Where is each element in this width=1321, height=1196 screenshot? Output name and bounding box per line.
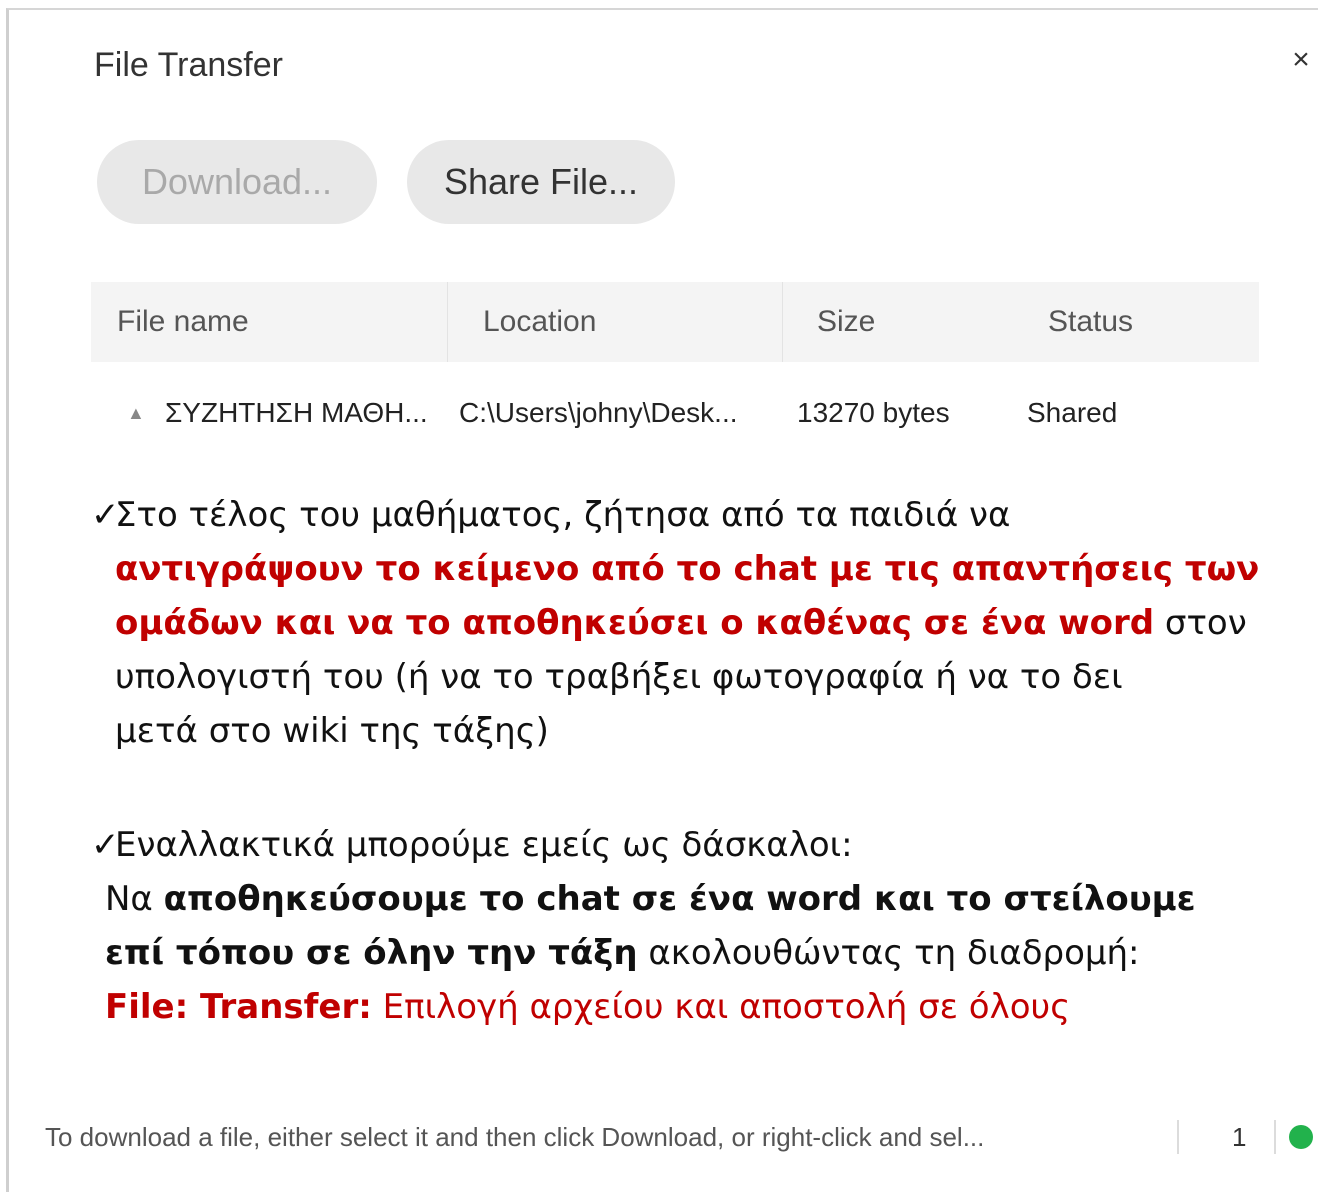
status-divider [1274,1120,1276,1154]
note2-line1: Εναλλακτικά μπορούμε εμείς ως δάσκαλοι: [115,825,853,865]
close-icon[interactable]: × [1281,40,1321,80]
upload-arrow-icon: ▲ [127,402,145,423]
table-header: File name Location Size Status [91,282,1259,362]
table-row[interactable]: ▲ ΣΥΖΗΤΗΣΗ ΜΑΘΗ... C:\Users\johny\Desk..… [91,372,1259,454]
note1-line1: Στο τέλος του μαθήματος, ζήτησα από τα π… [115,495,1011,535]
file-transfer-dialog: File Transfer × Download... Share File..… [6,8,1318,1192]
file-name-cell: ΣΥΖΗΤΗΣΗ ΜΑΘΗ... [165,397,428,428]
online-status-icon [1289,1125,1313,1149]
column-header-file-name[interactable]: File name [117,282,249,362]
column-header-size[interactable]: Size [817,282,875,362]
note2-line3: επί τόπου σε όλην την τάξη ακολουθώντας … [105,928,1140,979]
column-header-location[interactable]: Location [483,282,596,362]
note2-line2: Να αποθηκεύσουμε το chat σε ένα word και… [105,874,1196,925]
note1-line3: ομάδων και να το αποθηκεύσει ο καθένας σ… [115,598,1247,649]
dialog-title: File Transfer [94,46,283,84]
location-cell: C:\Users\johny\Desk... [459,397,738,428]
download-hint-text: To download a file, either select it and… [45,1122,985,1152]
note2-line4-bold: File: Transfer: [105,987,372,1027]
note2-line2-bold: αποθηκεύσουμε το chat σε ένα word και το… [163,879,1196,919]
column-divider[interactable] [782,282,783,362]
note2-line3-bold: επί τόπου σε όλην την τάξη [105,933,638,973]
status-cell: Shared [1027,397,1118,428]
status-divider [1177,1120,1179,1154]
note2-line4-rest: Επιλογή αρχείου και αποστολή σε όλους [371,987,1071,1027]
size-cell: 13270 bytes [797,397,950,428]
note2-line3-rest: ακολουθώντας τη διαδρομή: [637,933,1140,973]
share-file-button[interactable]: Share File... [407,140,675,224]
note1-line2: αντιγράψουν το κείμενο από το chat με τι… [115,549,1260,589]
note2-line2-pre: Να [105,879,164,919]
note1-line5: μετά στο wiki της τάξης) [115,711,549,751]
status-bar: To download a file, either select it and… [9,1108,1321,1168]
column-divider[interactable] [447,282,448,362]
file-count: 1 [1232,1122,1247,1152]
download-button[interactable]: Download... [97,140,377,224]
note2-line4: File: Transfer: Επιλογή αρχείου και αποσ… [105,982,1070,1033]
note1-line3-highlight: ομάδων και να το αποθηκεύσει ο καθένας σ… [115,603,1155,643]
note1-line4: υπολογιστή του (ή να το τραβήξει φωτογρα… [115,657,1123,697]
note1-line3-rest: στον [1154,603,1247,643]
column-header-status[interactable]: Status [1048,282,1133,362]
